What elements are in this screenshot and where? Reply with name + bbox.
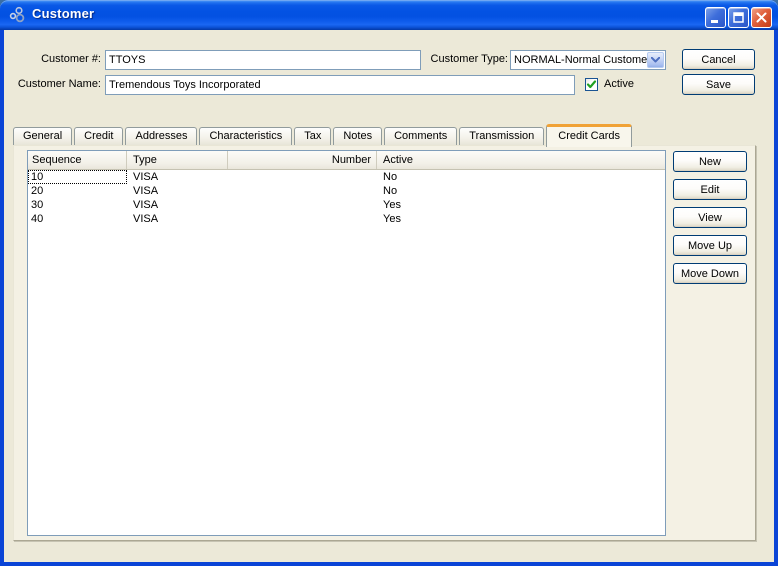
app-icon [8, 6, 26, 24]
cell-active: No [383, 171, 398, 183]
tab-characteristics[interactable]: Characteristics [199, 127, 293, 146]
tab-addresses[interactable]: Addresses [125, 127, 198, 146]
table-row[interactable]: 10 VISA No [28, 170, 665, 184]
table-header[interactable]: Sequence Type Number Active [28, 151, 665, 170]
tab-transmission[interactable]: Transmission [459, 127, 545, 146]
tab-comments[interactable]: Comments [384, 127, 458, 146]
active-label: Active [604, 78, 634, 90]
column-header-number[interactable]: Number [228, 151, 377, 169]
titlebar[interactable]: Customer [0, 0, 778, 30]
credit-cards-panel: Sequence Type Number Active 10 VISA No 20 VISA N… [13, 145, 756, 541]
maximize-icon [733, 12, 744, 23]
action-buttons: New Edit View Move Up Move Down [673, 151, 747, 284]
tab-tax[interactable]: Tax [294, 127, 332, 146]
cell-active: Yes [383, 213, 401, 225]
dropdown-button[interactable] [647, 52, 664, 68]
cell-number [228, 184, 377, 198]
cell-sequence: 30 [31, 199, 44, 211]
cancel-button[interactable]: Cancel [682, 49, 755, 70]
cell-type: VISA [133, 213, 159, 225]
column-header-type[interactable]: Type [127, 151, 228, 169]
cell-sequence: 40 [31, 213, 44, 225]
content-area: Customer #: Customer Type: NORMAL-Normal… [4, 30, 774, 562]
cell-active: Yes [383, 199, 401, 211]
cell-type: VISA [133, 185, 159, 197]
chevron-down-icon [651, 57, 660, 63]
tab-credit[interactable]: Credit [74, 127, 124, 146]
table-row[interactable]: 20 VISA No [28, 184, 665, 198]
save-button[interactable]: Save [682, 74, 755, 95]
window-controls [705, 7, 772, 28]
new-button[interactable]: New [673, 151, 747, 172]
close-button[interactable] [751, 7, 772, 28]
edit-button[interactable]: Edit [673, 179, 747, 200]
minimize-icon [711, 20, 718, 23]
maximize-button[interactable] [728, 7, 749, 28]
tab-credit-cards[interactable]: Credit Cards [546, 124, 633, 147]
cell-type: VISA [133, 199, 159, 211]
customer-window: Customer Customer #: Customer Type: NORM… [0, 0, 778, 566]
window-title: Customer [32, 6, 95, 21]
cell-number [228, 212, 377, 226]
customer-number-input[interactable] [105, 50, 421, 70]
customer-name-input[interactable] [105, 75, 575, 95]
check-icon [586, 80, 597, 89]
cell-type: VISA [133, 171, 159, 183]
minimize-button[interactable] [705, 7, 726, 28]
customer-type-label: Customer Type: [430, 53, 508, 65]
tab-bar: General Credit Addresses Characteristics Tax… [13, 123, 754, 147]
customer-name-label: Customer Name: [17, 78, 101, 90]
customer-type-value: NORMAL-Normal Customers [514, 54, 657, 66]
table-row[interactable]: 40 VISA Yes [28, 212, 665, 226]
move-down-button[interactable]: Move Down [673, 263, 747, 284]
cell-number [228, 198, 377, 212]
close-icon [756, 12, 767, 23]
table-row[interactable]: 30 VISA Yes [28, 198, 665, 212]
cell-sequence: 20 [31, 185, 44, 197]
active-checkbox[interactable] [585, 78, 598, 91]
customer-type-select[interactable]: NORMAL-Normal Customers [510, 50, 666, 70]
customer-number-label: Customer #: [41, 53, 101, 65]
credit-cards-table[interactable]: Sequence Type Number Active 10 VISA No 20 VISA N… [27, 150, 666, 536]
cell-sequence: 10 [28, 170, 127, 184]
tab-general[interactable]: General [13, 127, 73, 146]
tab-notes[interactable]: Notes [333, 127, 383, 146]
cell-number [228, 170, 377, 184]
cell-active: No [383, 185, 398, 197]
view-button[interactable]: View [673, 207, 747, 228]
column-header-active[interactable]: Active [377, 151, 665, 169]
table-body: 10 VISA No 20 VISA No 30 VISA Yes 40 VISA Yes [28, 170, 665, 226]
column-header-sequence[interactable]: Sequence [28, 151, 127, 169]
move-up-button[interactable]: Move Up [673, 235, 747, 256]
